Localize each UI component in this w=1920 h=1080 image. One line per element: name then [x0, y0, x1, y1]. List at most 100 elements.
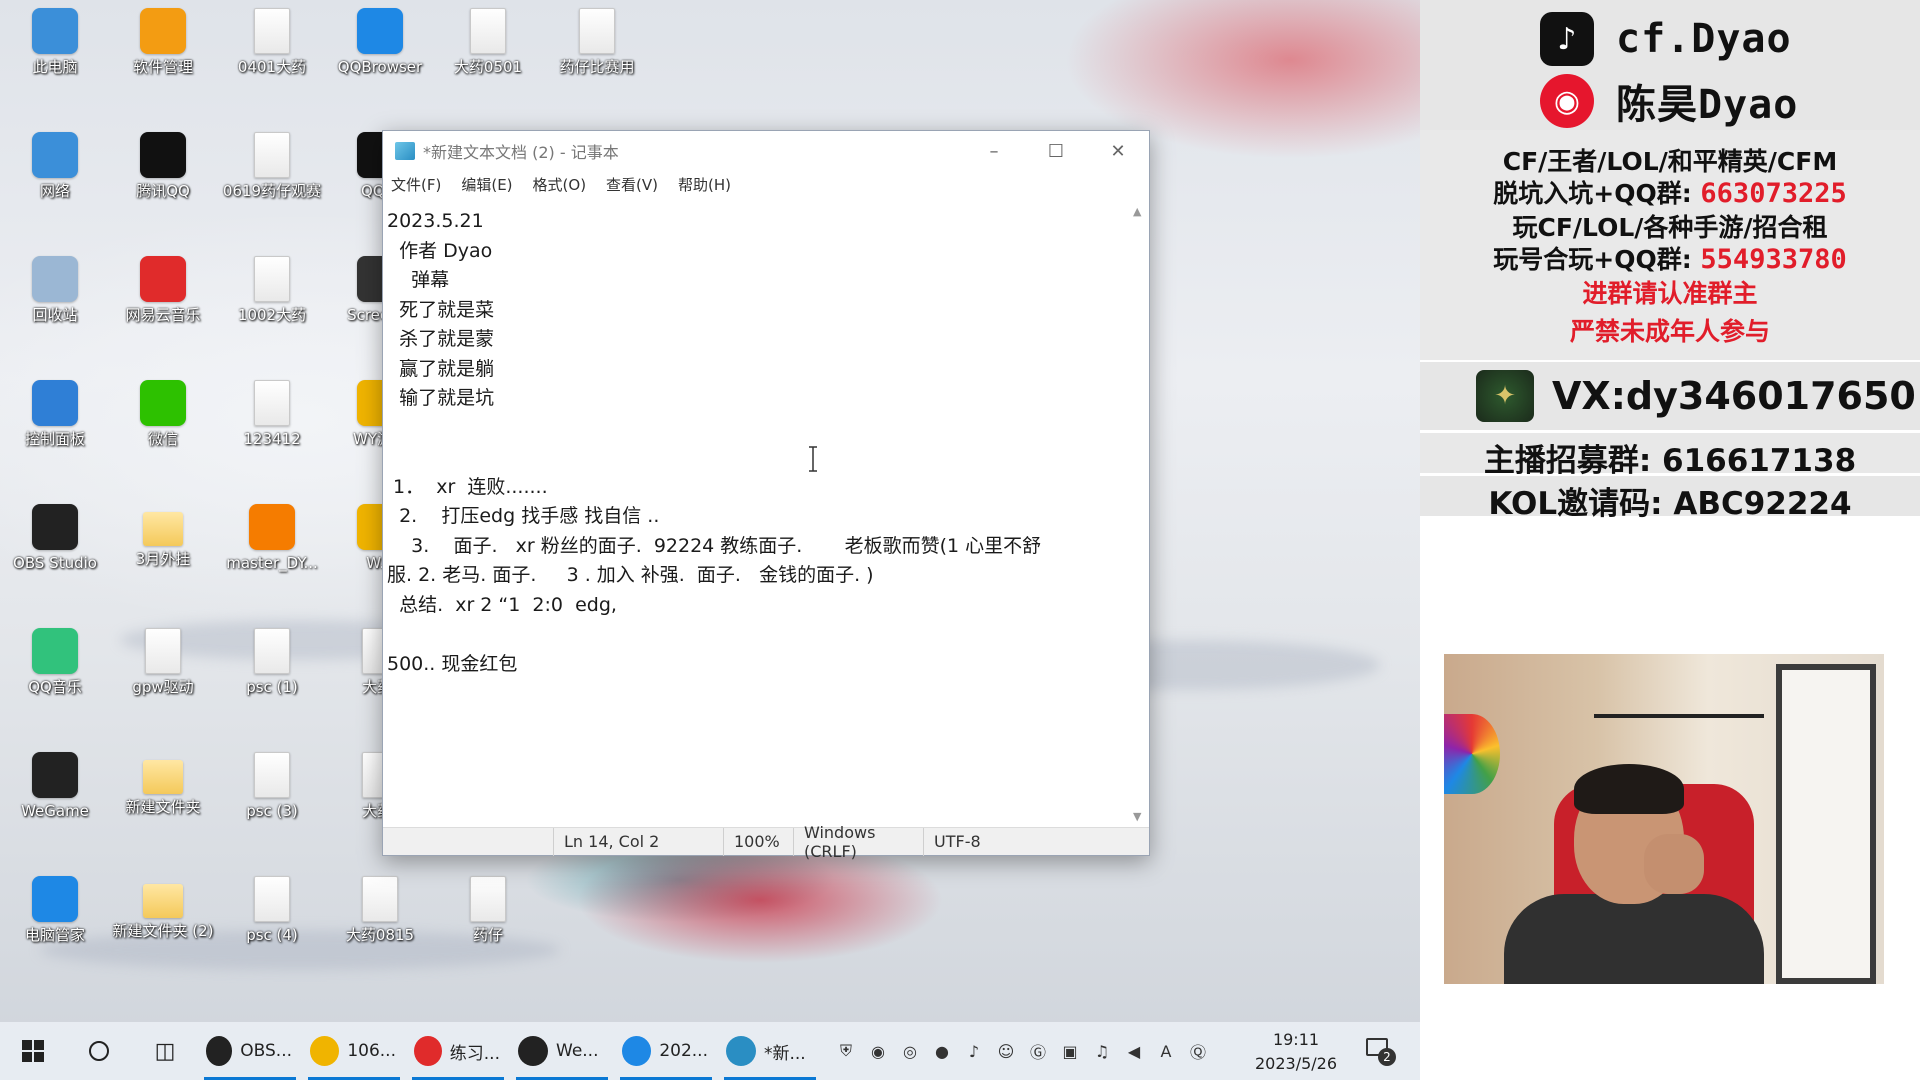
desktop-icon-label: 3月外挂 — [135, 550, 191, 568]
desktop-icon[interactable]: 网易云音乐 — [111, 256, 215, 324]
group2-label: 玩号合玩+QQ群: — [1493, 245, 1701, 274]
windows-logo-icon — [22, 1040, 44, 1062]
qq-tray-icon[interactable]: Ⓠ — [1183, 1039, 1213, 1063]
notification-button[interactable]: 2 — [1364, 1036, 1398, 1066]
desktop-icon[interactable]: 此电脑 — [3, 8, 107, 76]
wegame-tray-icon[interactable]: Ⓖ — [1023, 1039, 1053, 1063]
desktop-icon[interactable]: psc (1) — [220, 628, 324, 696]
minimize-button[interactable]: – — [963, 131, 1025, 171]
desktop-icon[interactable]: 123412 — [220, 380, 324, 448]
desktop-icon-label: 大药0815 — [345, 926, 415, 944]
desktop-icon[interactable]: master_DY... — [220, 504, 324, 572]
file-icon — [362, 876, 398, 922]
desktop-icon[interactable]: 新建文件夹 (2) — [111, 876, 215, 940]
task-view-button[interactable]: ◫ — [132, 1022, 198, 1080]
menu-edit[interactable]: 编辑(E) — [461, 174, 512, 195]
start-button[interactable] — [0, 1022, 66, 1080]
desktop-icon[interactable]: 大药0815 — [328, 876, 432, 944]
desktop-icon[interactable]: psc (3) — [220, 752, 324, 820]
notepad-window[interactable]: *新建文本文档 (2) - 记事本 – ☐ ✕ 文件(F) 编辑(E) 格式(O… — [382, 130, 1150, 861]
desktop-icon[interactable]: 0619药仔观赛 — [220, 132, 324, 200]
menu-help[interactable]: 帮助(H) — [678, 174, 731, 195]
desktop-icon[interactable]: 药仔 — [436, 876, 540, 944]
text-line: 2023.5.21 — [387, 210, 484, 232]
control-panel-icon — [32, 380, 78, 426]
notepad-titlebar[interactable]: *新建文本文档 (2) - 记事本 – ☐ ✕ — [383, 131, 1149, 171]
game-tray-icon[interactable]: ☺ — [991, 1039, 1021, 1063]
file-icon — [470, 876, 506, 922]
status-bar: Ln 14, Col 2 100% Windows (CRLF) UTF-8 — [383, 823, 1149, 861]
taskbar-app-button[interactable]: 106... — [302, 1022, 406, 1080]
shield-icon[interactable]: ⛨ — [831, 1039, 861, 1063]
webcam-feed — [1444, 654, 1884, 984]
desktop-icon[interactable]: QQ音乐 — [3, 628, 107, 696]
desktop-icon[interactable]: psc (4) — [220, 876, 324, 944]
desktop-icon[interactable]: 电脑管家 — [3, 876, 107, 944]
desktop-icon[interactable]: QQBrowser — [328, 8, 432, 76]
desktop-icon[interactable]: 大药0501 — [436, 8, 540, 76]
gpw-icon[interactable]: ◉ — [863, 1039, 893, 1063]
network-icon — [32, 132, 78, 178]
rent-line: 玩CF/LOL/各种手游/招合租 — [1512, 213, 1828, 242]
desktop-icon[interactable]: gpw驱动 — [111, 628, 215, 696]
ime-icon[interactable]: A — [1151, 1039, 1181, 1063]
desktop-icon-label: master_DY... — [226, 554, 318, 572]
driver-icon — [145, 628, 181, 674]
taskbar-app-label: 练习... — [449, 1043, 500, 1064]
desktop-icon[interactable]: 网络 — [3, 132, 107, 200]
desktop-icon[interactable]: OBS Studio — [3, 504, 107, 572]
vertical-scrollbar[interactable]: ▲ ▼ — [1129, 201, 1149, 827]
maximize-button[interactable]: ☐ — [1025, 131, 1087, 171]
taskbar-app-button[interactable]: 练习... — [406, 1022, 510, 1080]
desktop-icon[interactable]: 腾讯QQ — [111, 132, 215, 200]
taskbar-app-button[interactable]: We... — [510, 1022, 614, 1080]
desktop-icon[interactable]: 0401大药 — [220, 8, 324, 76]
microphone-icon[interactable]: ♪ — [959, 1039, 989, 1063]
volume-icon[interactable]: ♫ — [1087, 1039, 1117, 1063]
desktop-icon[interactable]: 控制面板 — [3, 380, 107, 448]
menu-view[interactable]: 查看(V) — [606, 174, 658, 195]
taskbar-app-button[interactable]: *新... — [718, 1022, 822, 1080]
desktop-icon[interactable]: 回收站 — [3, 256, 107, 324]
scroll-up-icon[interactable]: ▲ — [1133, 205, 1141, 218]
desktop-icon-label: 新建文件夹 — [125, 798, 201, 816]
desktop-icon-label: QQBrowser — [337, 58, 423, 76]
pc-manager-icon — [32, 876, 78, 922]
clock[interactable]: 19:11 2023/5/26 — [1236, 1028, 1356, 1076]
taskbar-app-label: We... — [556, 1041, 599, 1061]
text-editor[interactable]: 2023.5.21 作者 Dyao 弹幕 死了就是菜 杀了就是蒙 赢了就是躺 输… — [383, 201, 1129, 827]
desktop-icon[interactable]: 新建文件夹 — [111, 752, 215, 816]
desktop-icon[interactable]: 药仔比赛用 — [545, 8, 649, 76]
taskbar-app-button[interactable]: OBS... — [198, 1022, 302, 1080]
menu-file[interactable]: 文件(F) — [391, 174, 441, 195]
obs-tray-icon[interactable]: ● — [927, 1039, 957, 1063]
desktop-icon[interactable]: 3月外挂 — [111, 504, 215, 568]
group-info-panel: CF/王者/LOL/和平精英/CFM 脱坑入坑+QQ群: 663073225 玩… — [1420, 130, 1920, 360]
close-button[interactable]: ✕ — [1087, 131, 1149, 171]
search-button[interactable] — [66, 1022, 132, 1080]
text-line: 服. 2. 老马. 面子. 3 . 加入 补强. 面子. 金钱的面子. ) — [387, 564, 874, 586]
notification-count-badge: 2 — [1378, 1048, 1396, 1066]
desktop-icon-label: psc (3) — [246, 802, 298, 820]
douyin-account: ♪ cf.Dyao — [1540, 12, 1792, 66]
netease-icon[interactable]: ◎ — [895, 1039, 925, 1063]
desktop-icon[interactable]: WeGame — [3, 752, 107, 820]
desktop-icon-label: 回收站 — [32, 306, 78, 324]
taskbar-app-button[interactable]: 202... — [614, 1022, 718, 1080]
vx-id: VX:dy346017650 — [1552, 374, 1916, 418]
network-icon[interactable]: ▣ — [1055, 1039, 1085, 1063]
scroll-down-icon[interactable]: ▼ — [1133, 810, 1141, 823]
desktop-icon[interactable]: 1002大药 — [220, 256, 324, 324]
desktop-icon-label: 大药0501 — [453, 58, 523, 76]
speaker-icon[interactable]: ◀ — [1119, 1039, 1149, 1063]
streamer-body — [1504, 894, 1764, 984]
menu-format[interactable]: 格式(O) — [533, 174, 587, 195]
image-file-icon — [254, 132, 290, 178]
weibo-icon: ◉ — [1540, 74, 1594, 128]
douyin-name: cf.Dyao — [1616, 16, 1792, 62]
desktop-icon[interactable]: 软件管理 — [111, 8, 215, 76]
wegame-icon — [32, 752, 78, 798]
recycle-bin-icon — [32, 256, 78, 302]
group1-line: 脱坑入坑+QQ群: 663073225 — [1420, 174, 1920, 210]
desktop-icon[interactable]: 微信 — [111, 380, 215, 448]
